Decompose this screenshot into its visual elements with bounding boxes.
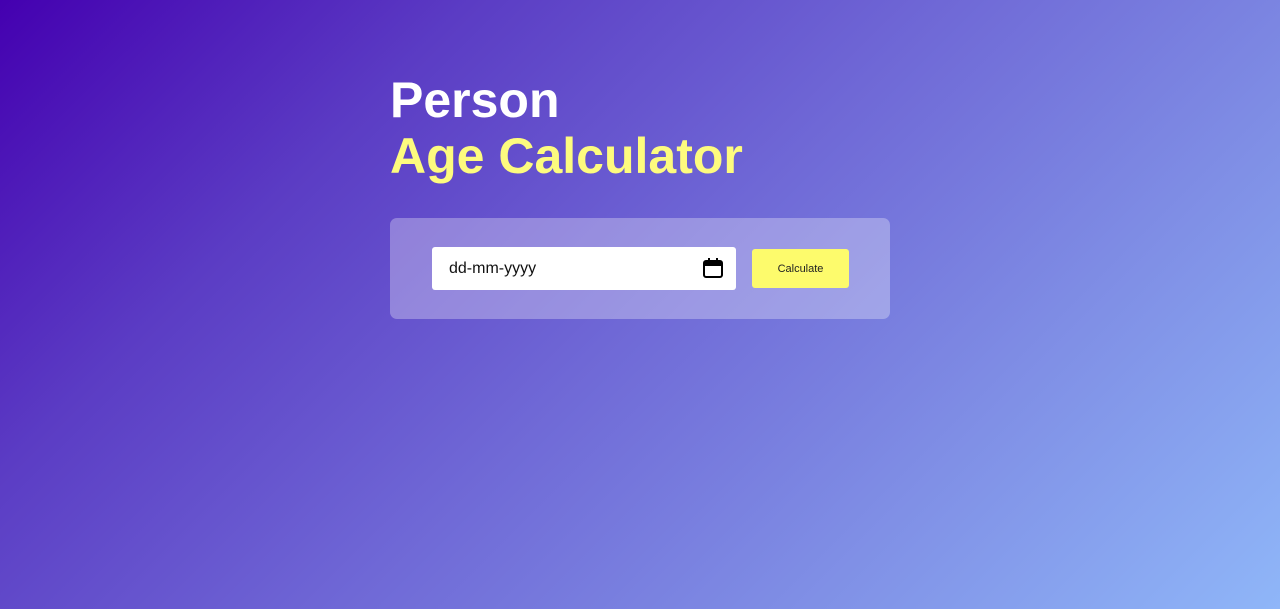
page-title-line2: Age Calculator [390, 128, 743, 184]
calendar-icon[interactable] [701, 256, 725, 280]
page-title-line1: Person [390, 72, 560, 128]
input-card: dd-mm-yyyy Calculate [390, 218, 890, 319]
birth-date-input[interactable]: dd-mm-yyyy [432, 247, 736, 290]
date-input-placeholder: dd-mm-yyyy [449, 260, 537, 277]
calculate-button[interactable]: Calculate [752, 249, 849, 288]
age-calculator-container: Person Age Calculator dd-mm-yyyy Calcula… [390, 72, 890, 319]
